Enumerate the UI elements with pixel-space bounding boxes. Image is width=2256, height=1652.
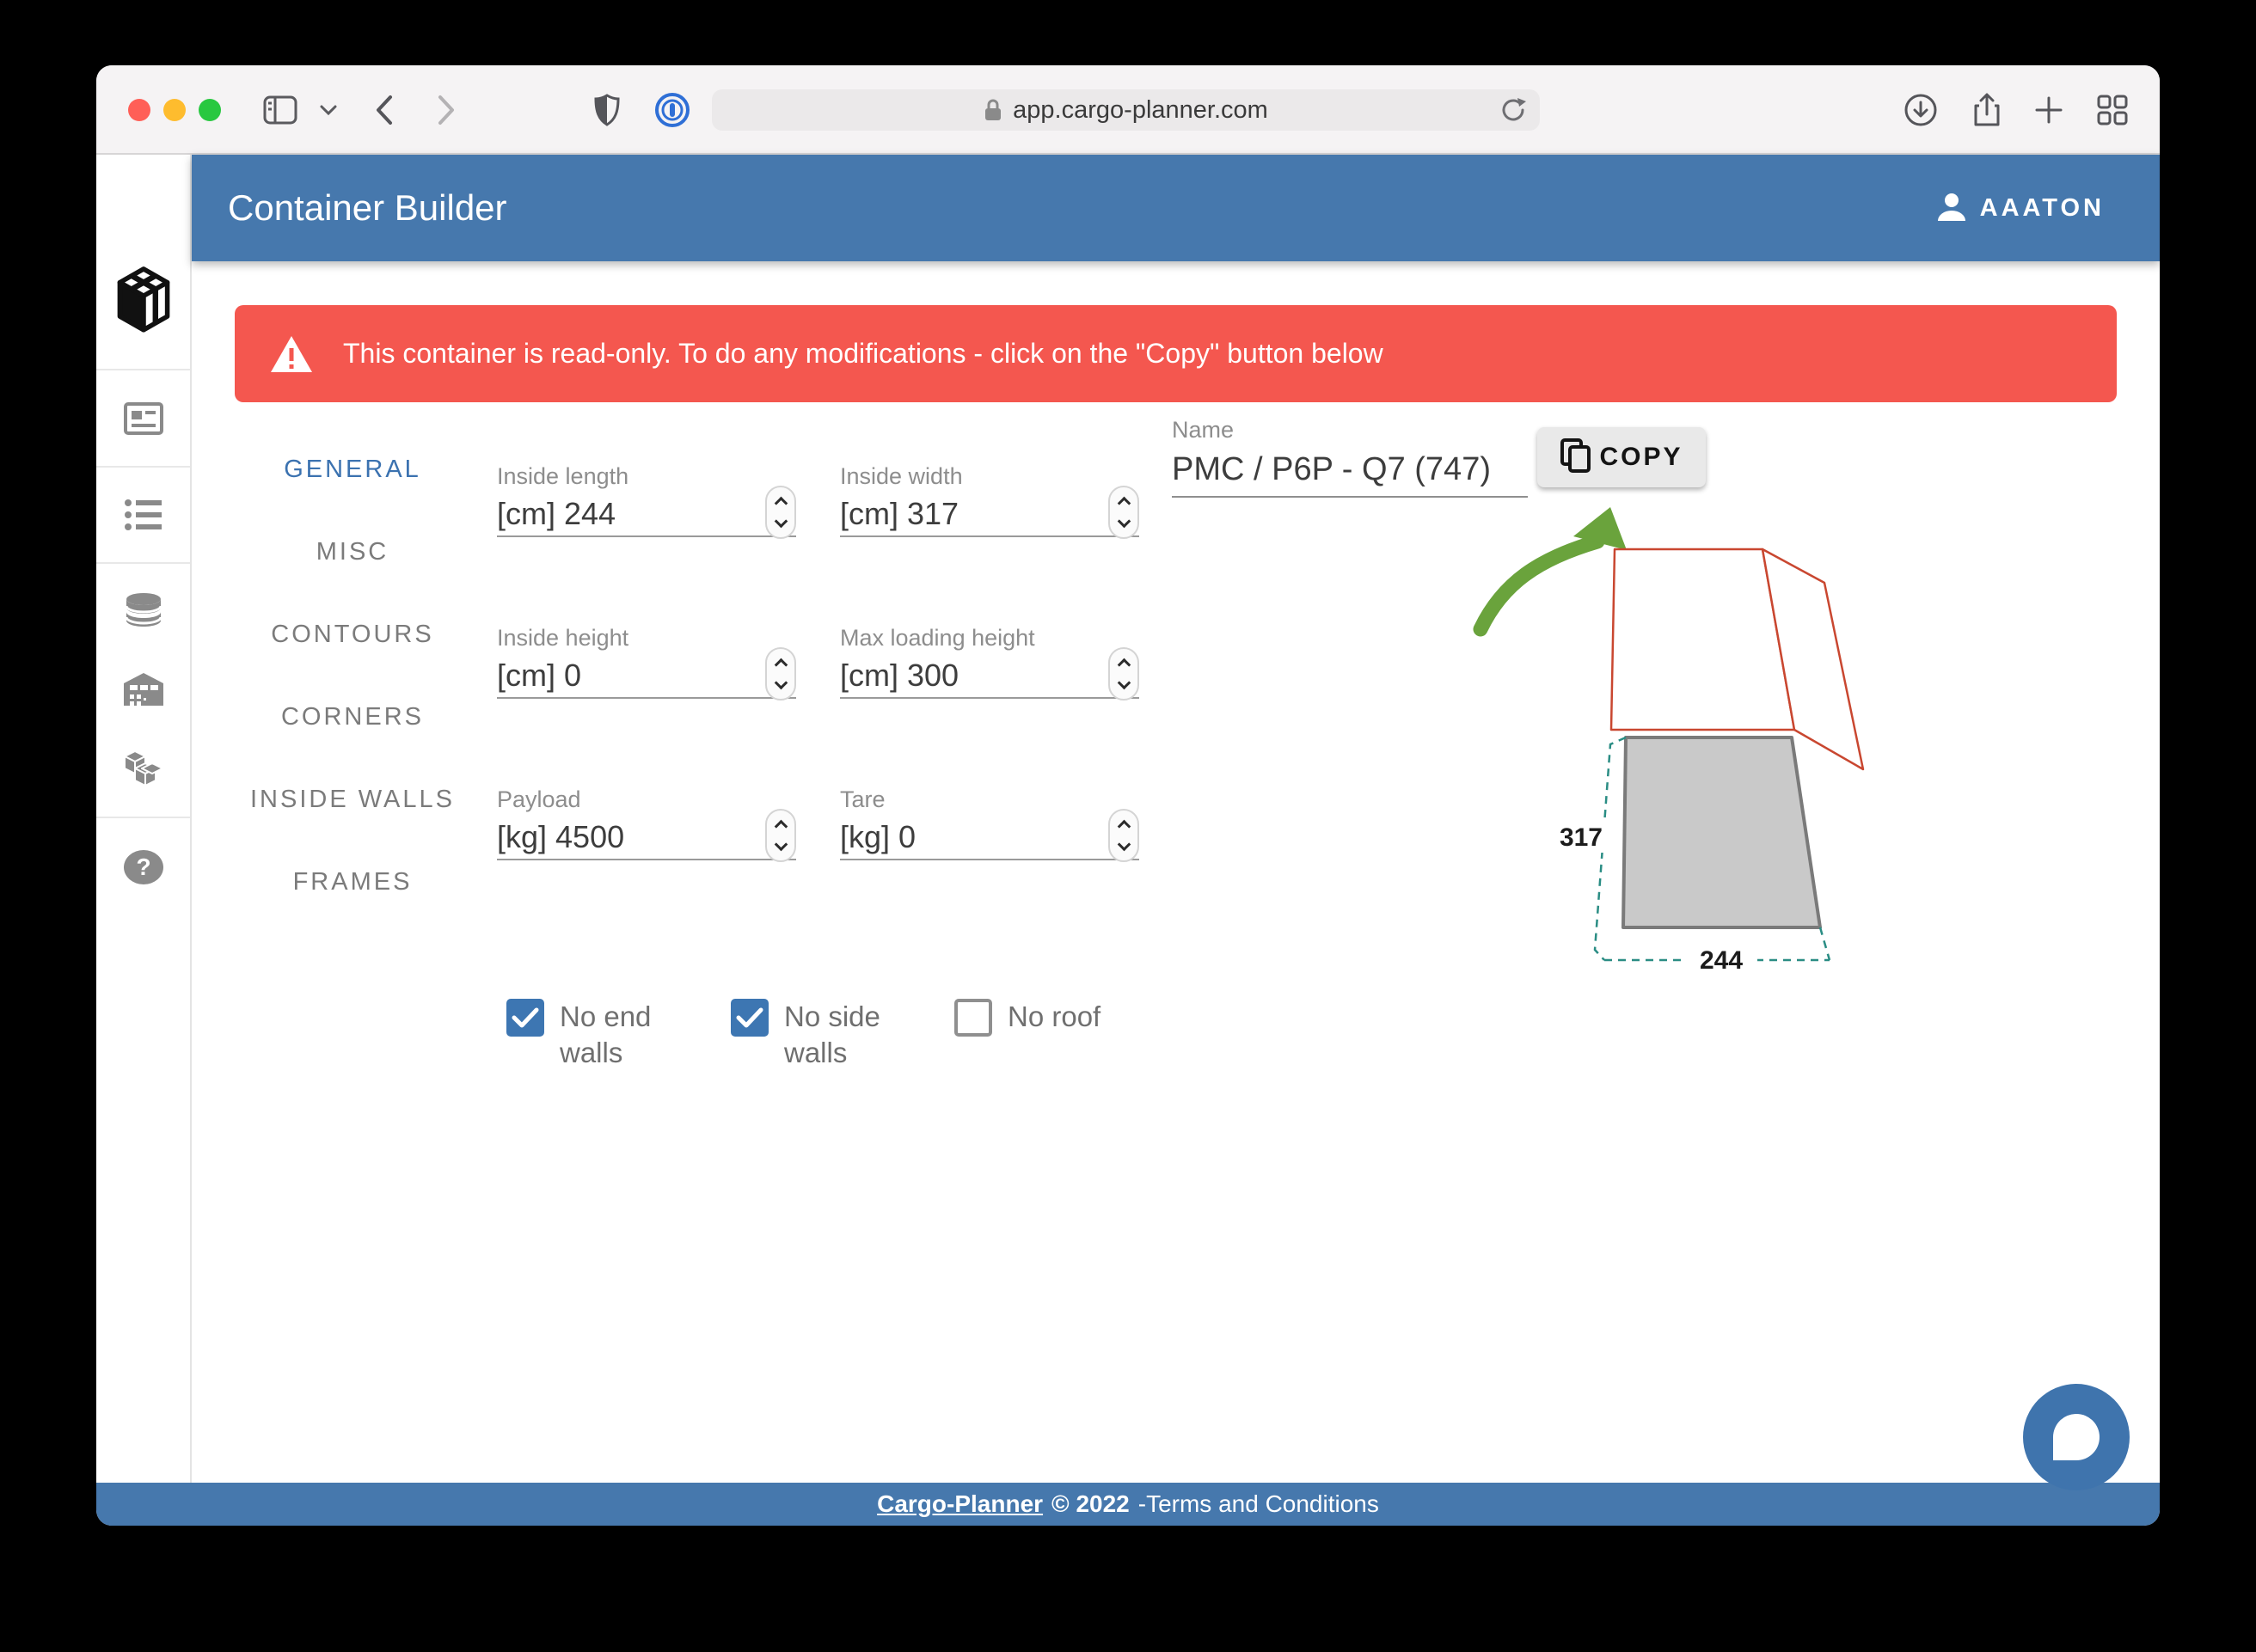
no-side-walls-option: No side walls	[731, 999, 904, 1071]
sidebar-divider	[96, 817, 190, 818]
inside-width-stepper[interactable]	[1108, 486, 1139, 539]
field-label: Name	[1172, 417, 1235, 443]
browser-window: app.cargo-planner.com Container Builder …	[96, 65, 2160, 1526]
sidebar-item-warehouse[interactable]	[96, 670, 190, 709]
tare-stepper[interactable]	[1108, 809, 1139, 862]
payload-input[interactable]: [kg] 4500	[497, 819, 624, 855]
minimize-window-button[interactable]	[163, 99, 186, 121]
sidebar-toggle-icon[interactable]	[261, 91, 299, 129]
copy-button[interactable]: COPY	[1537, 427, 1706, 487]
payload-stepper[interactable]	[765, 809, 796, 862]
no-end-walls-checkbox[interactable]	[506, 999, 544, 1037]
warning-icon	[269, 334, 314, 374]
share-icon[interactable]	[1968, 91, 2006, 129]
nav-item-frames[interactable]: FRAMES	[293, 865, 413, 899]
maximize-window-button[interactable]	[199, 99, 221, 121]
inside-height-field: Inside height [cm] 0	[497, 625, 796, 701]
copy-button-label: COPY	[1599, 443, 1683, 471]
tare-field: Tare [kg] 0	[840, 786, 1139, 862]
close-window-button[interactable]	[128, 99, 150, 121]
chat-widget-button[interactable]	[2023, 1384, 2130, 1490]
max-loading-height-stepper[interactable]	[1108, 647, 1139, 701]
privacy-shield-icon[interactable]	[588, 91, 626, 129]
no-end-walls-option: No end walls	[506, 999, 680, 1071]
url-text: app.cargo-planner.com	[1013, 95, 1268, 124]
inside-length-input[interactable]: [cm] 244	[497, 496, 616, 532]
inside-width-input[interactable]: [cm] 317	[840, 496, 959, 532]
field-label: Payload	[497, 786, 581, 812]
sidebar-divider	[96, 562, 190, 564]
checkbox-label: No end walls	[560, 1000, 652, 1068]
inside-length-field: Inside length [cm] 244	[497, 463, 796, 539]
sidebar-chevron-down-icon[interactable]	[310, 91, 347, 129]
no-side-walls-checkbox[interactable]	[731, 999, 769, 1037]
inside-height-stepper[interactable]	[765, 647, 796, 701]
field-label: Inside height	[497, 625, 629, 651]
forward-icon[interactable]	[427, 91, 465, 129]
inside-width-field: Inside width [cm] 317	[840, 463, 1139, 539]
password-manager-icon[interactable]	[653, 91, 691, 129]
field-label: Max loading height	[840, 625, 1035, 651]
readonly-warning-banner: This container is read-only. To do any m…	[235, 305, 2117, 402]
max-loading-height-input[interactable]: [cm] 300	[840, 658, 959, 694]
green-arrow-icon	[1473, 507, 1627, 637]
nav-item-contours[interactable]: CONTOURS	[271, 617, 433, 652]
nav-item-misc[interactable]: MISC	[316, 535, 389, 569]
lock-icon	[984, 98, 1002, 122]
sidebar-item-cargo-items[interactable]	[96, 746, 190, 789]
user-name: AAATON	[1979, 193, 2105, 222]
checkbox-label: No roof	[1008, 1000, 1101, 1032]
sidebar-item-list[interactable]	[96, 495, 190, 535]
tare-input[interactable]: [kg] 0	[840, 819, 916, 855]
inside-height-input[interactable]: [cm] 0	[497, 658, 581, 694]
browser-chrome: app.cargo-planner.com	[96, 65, 2160, 155]
footer-brand-link[interactable]: Cargo-Planner	[877, 1490, 1043, 1518]
nav-item-general[interactable]: GENERAL	[284, 452, 421, 486]
reload-icon[interactable]	[1499, 95, 1528, 132]
sidebar: ?	[96, 155, 192, 1483]
section-nav: GENERAL MISC CONTOURS CORNERS INSIDE WAL…	[242, 452, 463, 947]
max-loading-height-field: Max loading height [cm] 300	[840, 625, 1139, 701]
length-dimension-label: 244	[1700, 946, 1743, 975]
footer-terms-link[interactable]: -Terms and Conditions	[1138, 1490, 1379, 1518]
user-menu[interactable]: AAATON	[1935, 155, 2105, 261]
footer: Cargo-Planner © 2022 -Terms and Conditio…	[96, 1483, 2160, 1526]
copy-icon	[1560, 437, 1592, 478]
no-roof-option: No roof	[954, 999, 1100, 1037]
no-roof-checkbox[interactable]	[954, 999, 992, 1037]
container-floor	[1622, 736, 1822, 929]
width-dimension-label: 317	[1560, 823, 1603, 852]
back-icon[interactable]	[365, 91, 403, 129]
url-bar[interactable]: app.cargo-planner.com	[712, 89, 1540, 131]
field-label: Inside width	[840, 463, 963, 489]
container-preview-diagram: 317 244	[1473, 507, 1865, 975]
sidebar-item-help[interactable]: ?	[96, 847, 190, 888]
sidebar-item-news[interactable]	[96, 400, 190, 437]
inside-length-stepper[interactable]	[765, 486, 796, 539]
sidebar-divider	[96, 369, 190, 370]
nav-item-corners[interactable]: CORNERS	[281, 700, 424, 734]
checkbox-label: No side walls	[784, 1000, 880, 1068]
field-label: Tare	[840, 786, 886, 812]
new-tab-icon[interactable]	[2030, 91, 2068, 129]
payload-field: Payload [kg] 4500	[497, 786, 796, 862]
sidebar-item-database[interactable]	[96, 591, 190, 633]
sidebar-divider	[96, 466, 190, 468]
banner-text: This container is read-only. To do any m…	[343, 338, 1383, 369]
chat-bubble-icon	[2053, 1414, 2100, 1460]
nav-item-inside-walls[interactable]: INSIDE WALLS	[250, 782, 455, 817]
cargo-planner-logo[interactable]	[96, 259, 190, 338]
page-title: Container Builder	[228, 187, 507, 228]
user-icon	[1935, 190, 1968, 227]
app-header: Container Builder AAATON	[192, 155, 2160, 261]
svg-text:?: ?	[136, 854, 150, 880]
footer-copyright: © 2022	[1051, 1490, 1130, 1517]
tab-overview-icon[interactable]	[2094, 91, 2131, 129]
field-label: Inside length	[497, 463, 629, 489]
downloads-icon[interactable]	[1902, 91, 1940, 129]
